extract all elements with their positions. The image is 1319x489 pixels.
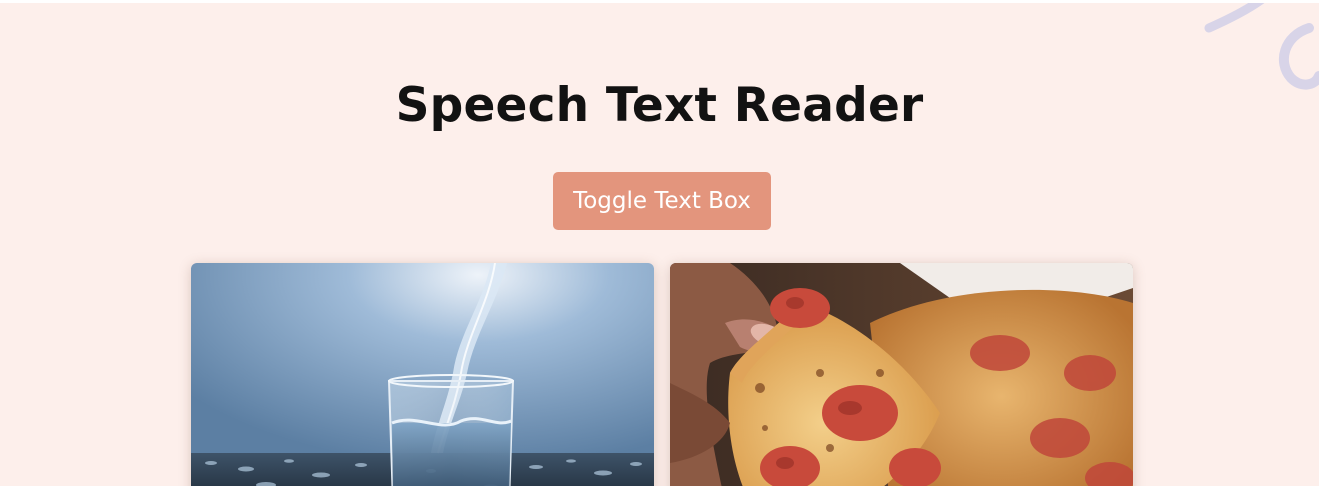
page: Speech Text Reader Toggle Text Box bbox=[0, 3, 1319, 486]
card-water[interactable] bbox=[191, 263, 654, 486]
toggle-text-box-button[interactable]: Toggle Text Box bbox=[553, 172, 771, 230]
card-pizza[interactable] bbox=[670, 263, 1133, 486]
page-title: Speech Text Reader bbox=[395, 78, 924, 133]
water-glass-image bbox=[191, 263, 654, 486]
pizza-slice-image bbox=[670, 263, 1133, 486]
